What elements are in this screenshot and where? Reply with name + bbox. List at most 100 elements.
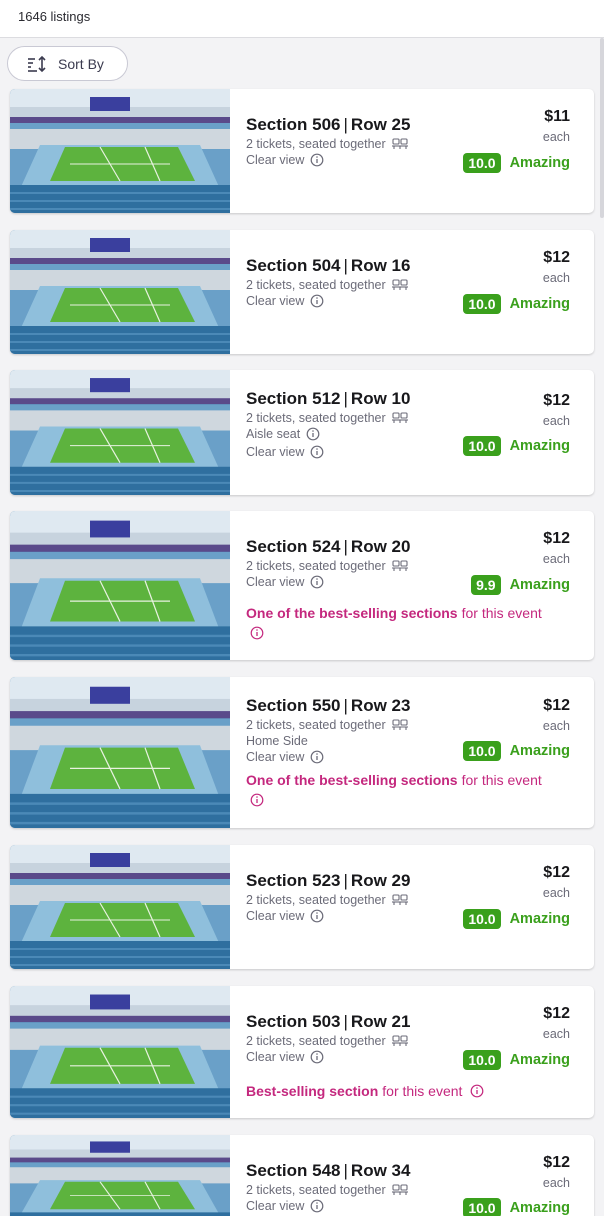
deal-score-badge: 10.0 xyxy=(463,741,501,761)
info-icon[interactable] xyxy=(310,575,324,589)
price: $12 xyxy=(543,1005,570,1022)
price-each-label: each xyxy=(542,1027,570,1041)
listing-card[interactable]: Section 503 | Row 21 2 tickets, seated tog… xyxy=(10,986,594,1118)
section-row-title: Section 504 | Row 16 xyxy=(246,256,411,275)
listing-card[interactable]: Section 550 | Row 23 2 tickets, seated tog… xyxy=(10,677,594,828)
price: $11 xyxy=(544,108,570,125)
info-icon[interactable] xyxy=(310,153,324,167)
best-selling-note: One of the best-selling sections for this… xyxy=(246,605,542,621)
deal-rating: 10.0 Amazing xyxy=(463,1050,570,1070)
price: $12 xyxy=(543,392,570,409)
info-icon[interactable] xyxy=(310,445,324,459)
ticket-count: 2 tickets, seated together xyxy=(246,1034,408,1048)
deal-score-badge: 10.0 xyxy=(463,153,501,173)
listing-card[interactable]: Section 512 | Row 10 2 tickets, seated tog… xyxy=(10,370,594,495)
seat-view-image xyxy=(10,677,230,828)
seats-together-icon xyxy=(392,894,408,906)
seat-view-image xyxy=(10,89,230,213)
deal-rating-label: Amazing xyxy=(509,1200,570,1216)
sort-by-button[interactable]: Sort By xyxy=(7,46,128,81)
listings-header: 1646 listings xyxy=(0,0,604,38)
listing-card[interactable]: Section 504 | Row 16 2 tickets, seated tog… xyxy=(10,230,594,354)
price-each-label: each xyxy=(542,414,570,428)
listing-card[interactable]: Section 524 | Row 20 2 tickets, seated tog… xyxy=(10,511,594,660)
feature-line: Clear view xyxy=(246,445,324,459)
seat-view-image xyxy=(10,230,230,354)
feature-line: Clear view xyxy=(246,1199,324,1213)
ticket-count: 2 tickets, seated together xyxy=(246,559,408,573)
info-icon[interactable] xyxy=(250,793,264,812)
info-icon[interactable] xyxy=(470,1084,484,1098)
seats-together-icon xyxy=(392,138,408,150)
deal-rating-label: Amazing xyxy=(509,577,570,593)
feature-line: Clear view xyxy=(246,294,324,308)
price: $12 xyxy=(543,864,570,881)
deal-rating-label: Amazing xyxy=(509,296,570,312)
info-icon[interactable] xyxy=(310,909,324,923)
listing-count: 1646 listings xyxy=(18,9,91,24)
best-selling-note: One of the best-selling sections for this… xyxy=(246,772,542,788)
feature-line: Clear view xyxy=(246,750,324,764)
section-row-title: Section 524 | Row 20 xyxy=(246,537,411,556)
deal-rating: 10.0 Amazing xyxy=(463,741,570,761)
price-each-label: each xyxy=(542,886,570,900)
scrollbar[interactable] xyxy=(600,38,604,218)
feature-line: Clear view xyxy=(246,575,324,589)
section-row-title: Section 548 | Row 34 xyxy=(246,1161,411,1180)
ticket-count: 2 tickets, seated together xyxy=(246,1183,408,1197)
sort-by-label: Sort By xyxy=(58,55,104,72)
deal-rating-label: Amazing xyxy=(509,155,570,171)
deal-score-badge: 10.0 xyxy=(463,294,501,314)
section-row-title: Section 503 | Row 21 xyxy=(246,1012,411,1031)
info-icon[interactable] xyxy=(310,1050,324,1064)
deal-rating-label: Amazing xyxy=(509,438,570,454)
price: $12 xyxy=(543,697,570,714)
deal-rating-label: Amazing xyxy=(509,743,570,759)
section-row-title: Section 506 | Row 25 xyxy=(246,115,411,134)
info-icon[interactable] xyxy=(310,750,324,764)
deal-rating-label: Amazing xyxy=(509,1052,570,1068)
price-each-label: each xyxy=(542,719,570,733)
price: $12 xyxy=(543,1154,570,1171)
price: $12 xyxy=(543,530,570,547)
feature-line: Clear view xyxy=(246,1050,324,1064)
seats-together-icon xyxy=(392,1035,408,1047)
price-each-label: each xyxy=(542,1176,570,1190)
listing-card[interactable]: Section 523 | Row 29 2 tickets, seated tog… xyxy=(10,845,594,969)
deal-rating: 10.0 Amazing xyxy=(463,1198,570,1216)
info-icon[interactable] xyxy=(306,427,320,441)
info-icon[interactable] xyxy=(310,294,324,308)
price: $12 xyxy=(543,249,570,266)
price-each-label: each xyxy=(542,130,570,144)
info-icon[interactable] xyxy=(310,1199,324,1213)
section-row-title: Section 550 | Row 23 xyxy=(246,696,411,715)
seat-view-image xyxy=(10,1135,230,1216)
deal-rating-label: Amazing xyxy=(509,911,570,927)
deal-rating: 10.0 Amazing xyxy=(463,436,570,456)
listing-card[interactable]: Section 548 | Row 34 2 tickets, seated tog… xyxy=(10,1135,594,1216)
deal-score-badge: 10.0 xyxy=(463,1198,501,1216)
info-icon[interactable] xyxy=(250,626,264,645)
seat-view-image xyxy=(10,986,230,1118)
seat-view-image xyxy=(10,511,230,660)
seat-view-image xyxy=(10,845,230,969)
best-selling-note: Best-selling section for this event xyxy=(246,1083,484,1099)
feature-line: Clear view xyxy=(246,153,324,167)
deal-rating: 9.9 Amazing xyxy=(471,575,570,595)
deal-score-badge: 10.0 xyxy=(463,1050,501,1070)
feature-line: Aisle seat xyxy=(246,427,320,441)
seats-together-icon xyxy=(392,1184,408,1196)
seats-together-icon xyxy=(392,719,408,731)
price-each-label: each xyxy=(542,271,570,285)
listing-card[interactable]: Section 506 | Row 25 2 tickets, seated tog… xyxy=(10,89,594,213)
ticket-count: 2 tickets, seated together xyxy=(246,893,408,907)
feature-line: Clear view xyxy=(246,909,324,923)
deal-score-badge: 10.0 xyxy=(463,436,501,456)
deal-rating: 10.0 Amazing xyxy=(463,294,570,314)
ticket-count: 2 tickets, seated together xyxy=(246,411,408,425)
sort-icon xyxy=(28,55,46,72)
deal-score-badge: 10.0 xyxy=(463,909,501,929)
deal-score-badge: 9.9 xyxy=(471,575,501,595)
deal-rating: 10.0 Amazing xyxy=(463,909,570,929)
seats-together-icon xyxy=(392,412,408,424)
